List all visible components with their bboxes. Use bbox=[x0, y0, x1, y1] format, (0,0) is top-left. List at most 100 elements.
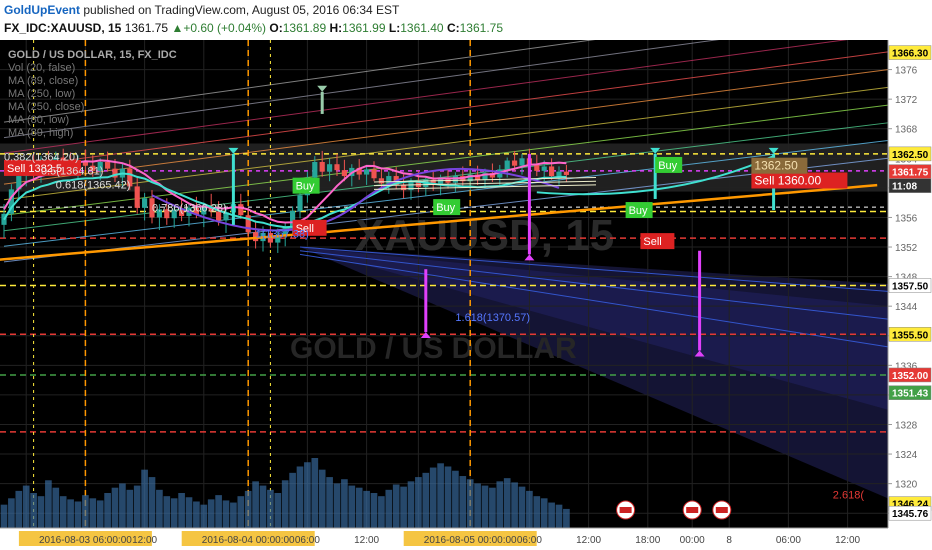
fib-level-label: 0.618(1365.42) bbox=[56, 180, 131, 192]
volume-bar bbox=[296, 466, 304, 528]
volume-bar bbox=[52, 487, 60, 528]
signal-label: Sell 1360.00 bbox=[754, 173, 821, 187]
volume-bar bbox=[444, 466, 452, 528]
volume-bar bbox=[111, 487, 119, 528]
high-label: H: bbox=[329, 21, 343, 35]
volume-bar bbox=[563, 508, 570, 528]
volume-bar bbox=[481, 485, 489, 528]
volume-bar bbox=[474, 483, 481, 528]
volume-bar bbox=[503, 478, 511, 528]
volume-bar bbox=[104, 493, 111, 528]
price-label-text: 1351.43 bbox=[892, 389, 929, 400]
volume-bar bbox=[496, 481, 504, 528]
time-tick-label: 2016-08-05 00:00:00 bbox=[424, 535, 517, 546]
candle-body bbox=[556, 171, 562, 177]
signal-label: Buy bbox=[296, 181, 315, 193]
time-tick-label: 06:00 bbox=[517, 535, 542, 546]
fib-level-label: 0.5(1364.81) bbox=[41, 166, 103, 178]
volume-bar bbox=[437, 463, 444, 528]
volume-bar bbox=[429, 467, 437, 528]
signal-label: Buy bbox=[629, 205, 648, 217]
volume-bar bbox=[59, 496, 67, 528]
price-label-green-box: 1351.43 bbox=[888, 385, 932, 400]
candle-body bbox=[334, 164, 340, 171]
volume-bar bbox=[119, 483, 126, 528]
candle-body bbox=[371, 169, 377, 179]
volume-bar bbox=[22, 485, 30, 528]
volume-bar bbox=[200, 504, 208, 528]
volume-bar bbox=[163, 496, 171, 528]
price-label-text: 1355.50 bbox=[892, 330, 929, 341]
volume-bar bbox=[222, 500, 230, 528]
volume-bar bbox=[0, 504, 8, 528]
time-tick-label: 12:00 bbox=[132, 535, 157, 546]
volume-bar bbox=[230, 502, 237, 528]
volume-bar bbox=[89, 498, 97, 528]
legend-entry: Vol (20, false) bbox=[8, 62, 75, 74]
signal-label: Sell bbox=[643, 236, 661, 248]
time-axis[interactable]: 32016-08-03 06:00:0012:0017:302016-08-04… bbox=[0, 527, 932, 550]
volume-bar bbox=[37, 496, 45, 528]
volume-bar bbox=[355, 487, 363, 528]
volume-bar bbox=[318, 469, 326, 528]
candle-body bbox=[563, 171, 569, 175]
volume-bar bbox=[548, 502, 555, 528]
volume-bar bbox=[459, 476, 467, 528]
volume-bar bbox=[385, 489, 393, 528]
price-axis[interactable]: 1316132013241328133213361340134413481352… bbox=[887, 40, 932, 550]
signal-label: Buy bbox=[658, 160, 677, 172]
candle-body bbox=[504, 160, 510, 170]
candle-body bbox=[238, 204, 244, 216]
volume-bar bbox=[15, 490, 23, 528]
volume-bar bbox=[363, 490, 370, 528]
chart-header: GoldUpEvent published on TradingView.com… bbox=[0, 0, 932, 40]
low-label: L: bbox=[388, 21, 401, 35]
low-value: 1361.40 bbox=[400, 21, 444, 35]
time-tick-label: 00:00 bbox=[680, 535, 705, 546]
chart-canvas[interactable]: XAUUSD, 15 GOLD / US DOLLAR BuyBuyBuyBuy… bbox=[0, 40, 932, 550]
volume-bar bbox=[67, 499, 74, 528]
volume-bar bbox=[341, 479, 348, 528]
price-label-text: 1366.30 bbox=[892, 49, 929, 60]
signal-sell: Sell bbox=[640, 233, 675, 250]
candle-body bbox=[312, 162, 318, 178]
volume-bar bbox=[392, 484, 400, 528]
publication-line: GoldUpEvent published on TradingView.com… bbox=[4, 3, 399, 17]
author-link[interactable]: GoldUpEvent bbox=[4, 3, 80, 17]
watermark-name: GOLD / US DOLLAR bbox=[290, 332, 577, 365]
flag-stripe bbox=[619, 507, 632, 513]
legend-entry: MA (250, low) bbox=[8, 88, 75, 100]
candle-body bbox=[378, 178, 384, 184]
fib-level-label: 0.786(1366.28) bbox=[152, 203, 227, 215]
volume-bar bbox=[96, 500, 104, 528]
price-label-yellow-box: 1366.30 bbox=[888, 45, 932, 60]
volume-bar bbox=[378, 496, 385, 528]
volume-bar bbox=[326, 477, 333, 528]
time-tick-label: 06:00 bbox=[295, 535, 320, 546]
price-tick-label: 1372 bbox=[895, 95, 918, 106]
fib-level-label: 2.618( bbox=[833, 489, 865, 501]
volume-bar bbox=[466, 479, 474, 528]
price-tick-label: 1356 bbox=[895, 213, 918, 224]
volume-bar bbox=[518, 486, 526, 528]
symbol-label: FX_IDC:XAUUSD, 15 bbox=[4, 21, 122, 35]
volume-bar bbox=[400, 486, 407, 528]
candle-body bbox=[364, 169, 370, 175]
volume-bar bbox=[415, 477, 422, 528]
volume-bar bbox=[511, 482, 518, 528]
time-tick-label: 18:00 bbox=[635, 535, 660, 546]
volume-bar bbox=[289, 472, 296, 528]
price-label-red-box: 1361.75 bbox=[888, 164, 932, 179]
price-label-white-box: 1345.76 bbox=[888, 505, 932, 521]
volume-bar bbox=[45, 480, 52, 528]
volume-bar bbox=[452, 470, 459, 528]
price-tick-label: 1344 bbox=[895, 302, 918, 313]
flag-stripe bbox=[686, 507, 699, 513]
volume-bar bbox=[156, 489, 163, 528]
flag-stripe bbox=[715, 507, 728, 513]
candle-body bbox=[549, 166, 555, 177]
volume-bar bbox=[170, 498, 178, 528]
price-change: +0.60 (+0.04%) bbox=[183, 21, 267, 35]
volume-bar bbox=[555, 504, 563, 528]
legend-entry: MA (89, high) bbox=[8, 127, 73, 139]
